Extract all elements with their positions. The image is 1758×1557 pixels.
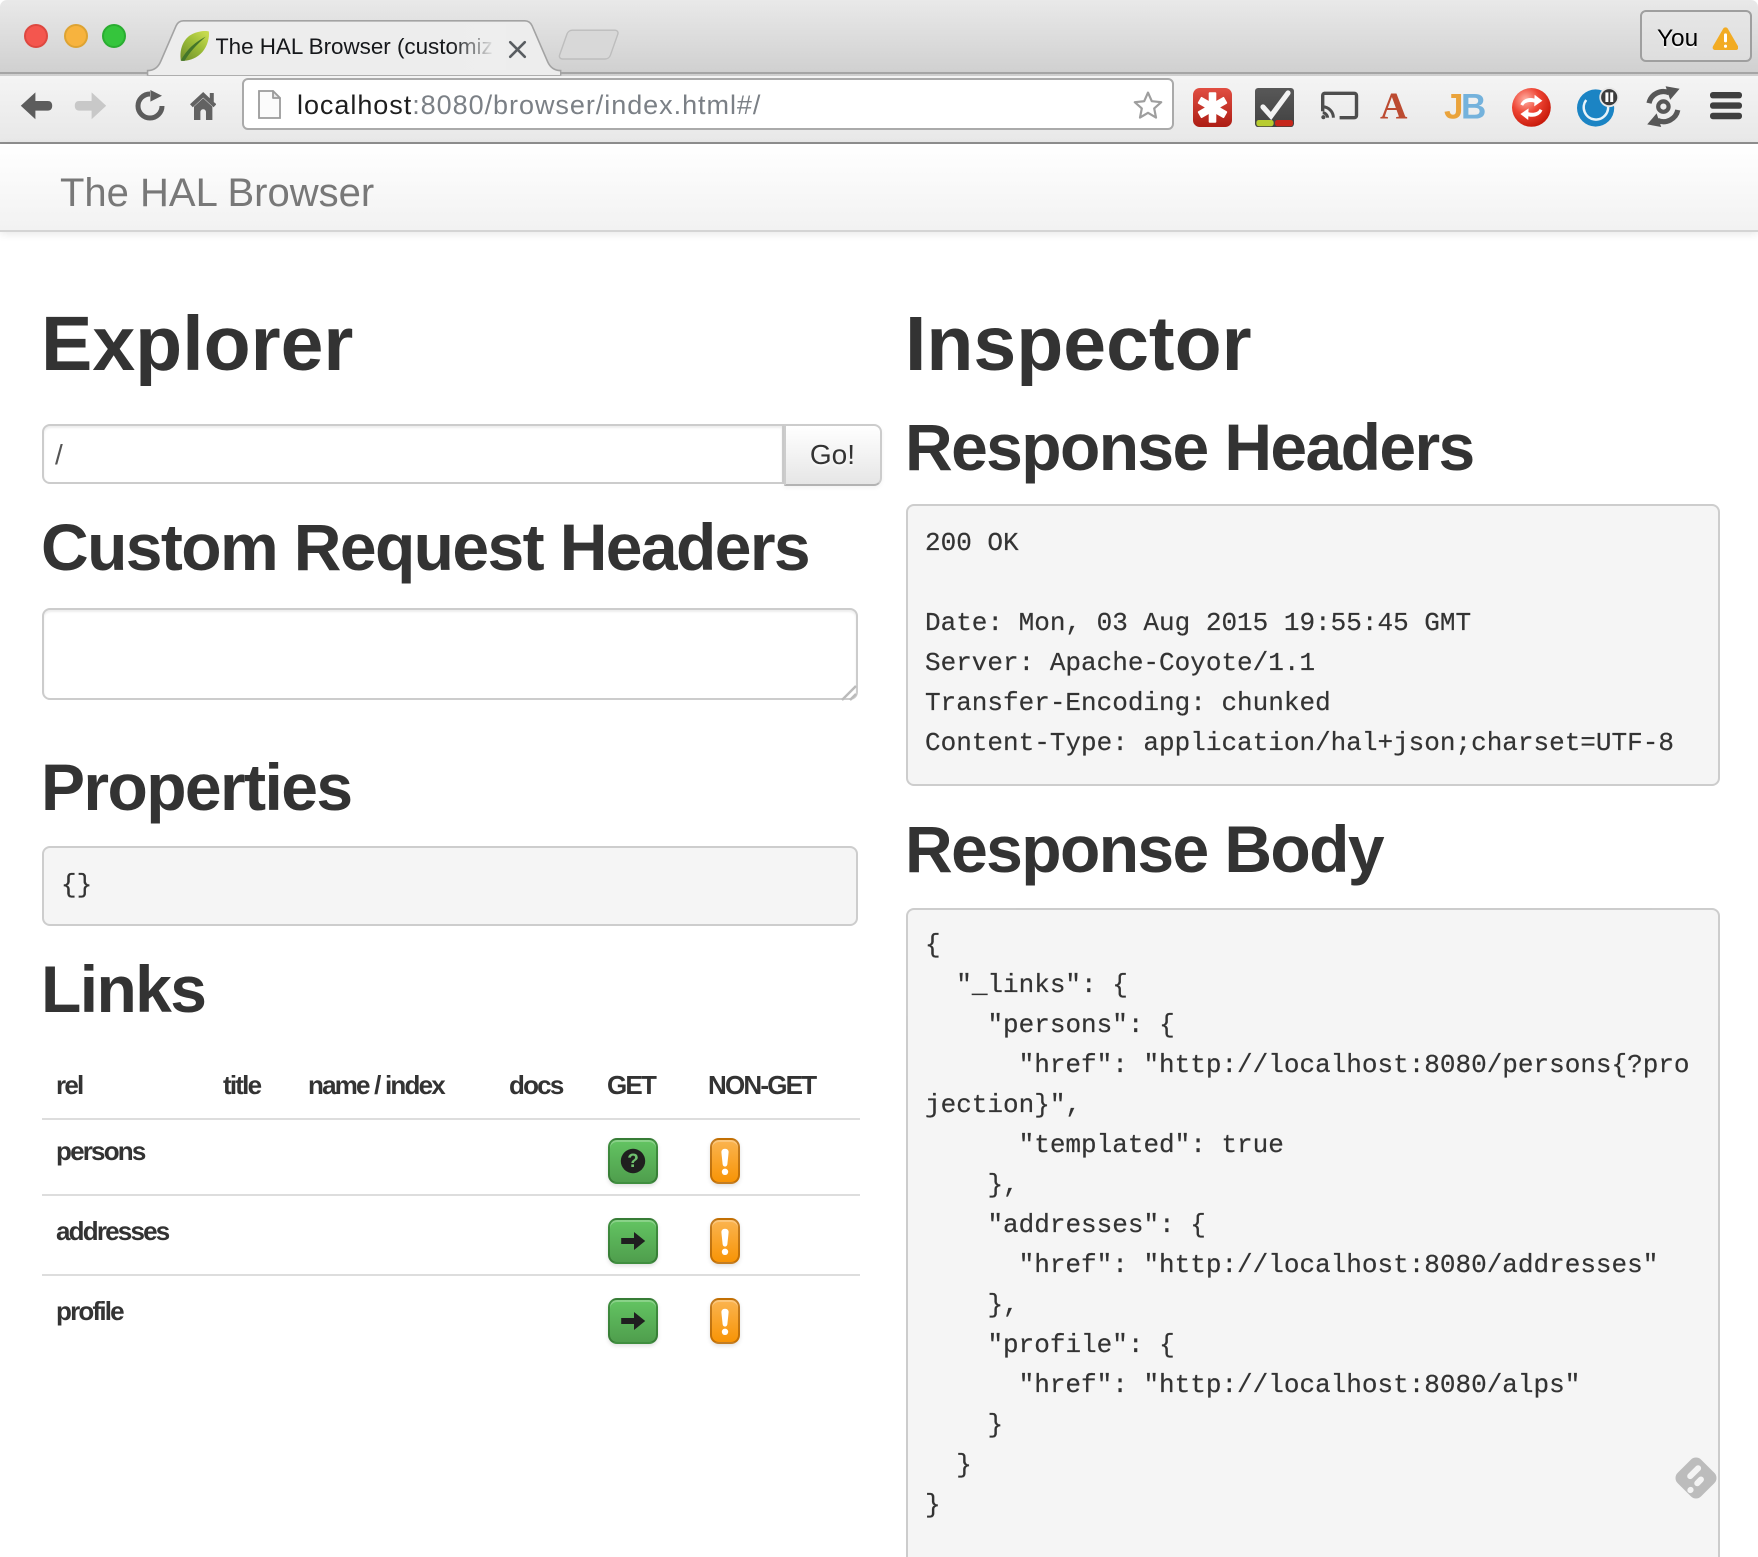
svg-text:A: A <box>1380 86 1408 128</box>
svg-text:B: B <box>1461 88 1486 127</box>
svg-text:?: ? <box>627 1151 639 1172</box>
